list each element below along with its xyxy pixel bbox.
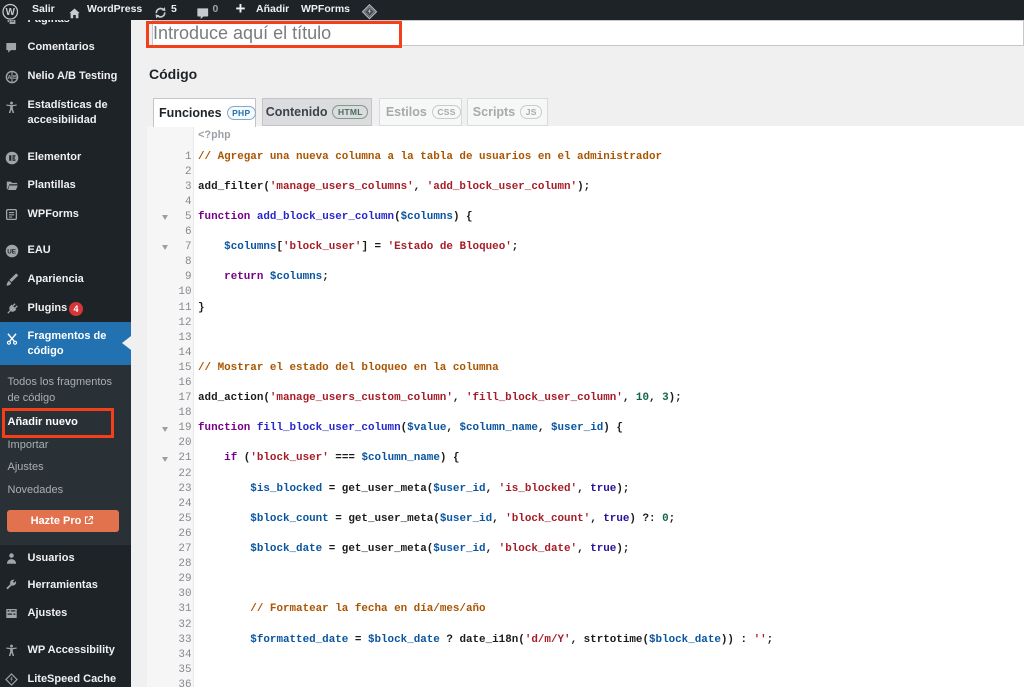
svg-text:B: B	[13, 75, 17, 81]
svg-text:W: W	[5, 7, 15, 18]
svg-text:A: A	[7, 75, 11, 81]
svg-text:UE: UE	[7, 248, 16, 255]
